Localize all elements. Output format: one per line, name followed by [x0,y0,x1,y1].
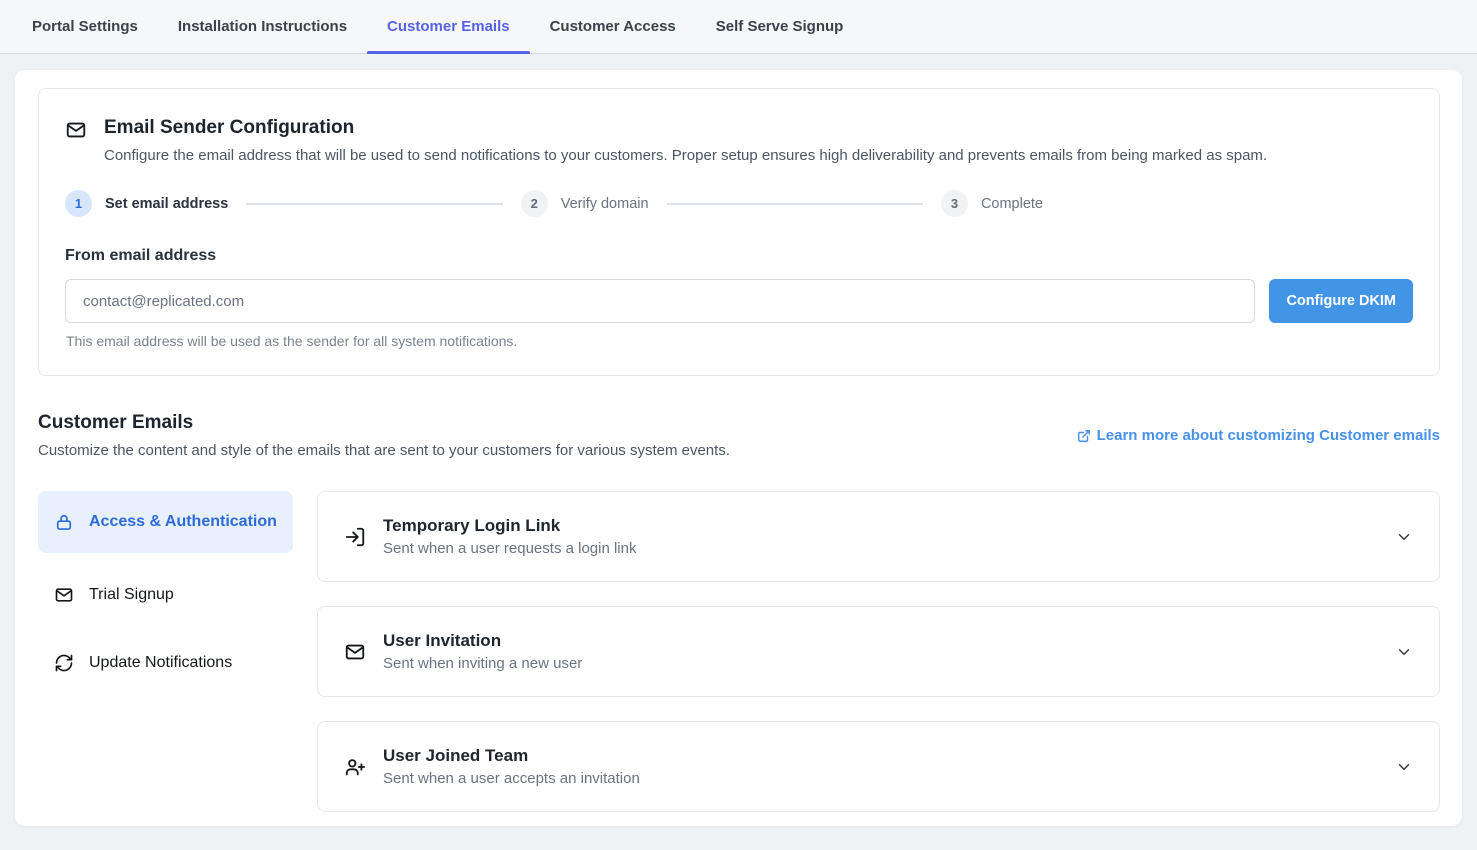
email-sender-title: Email Sender Configuration [104,117,1267,139]
email-sender-configuration-card: Email Sender Configuration Configure the… [38,88,1440,376]
learn-more-label: Learn more about customizing Customer em… [1097,427,1440,444]
step-number-badge: 1 [65,190,92,217]
nav-item-label: Update Notifications [89,651,232,675]
refresh-icon [54,653,74,673]
email-helper-text: This email address will be used as the s… [66,333,1413,349]
chevron-down-icon[interactable] [1395,758,1413,776]
step-label: Complete [981,196,1043,212]
template-card-temporary-login-link[interactable]: Temporary Login Link Sent when a user re… [317,491,1440,582]
step-number-badge: 3 [941,190,968,217]
email-sender-description: Configure the email address that will be… [104,147,1267,164]
nav-item-label: Trial Signup [89,583,174,607]
email-template-list: Temporary Login Link Sent when a user re… [317,491,1440,812]
template-subtitle: Sent when a user accepts an invitation [383,770,640,787]
settings-tabbar: Portal Settings Installation Instruction… [0,0,1477,54]
nav-item-label: Access & Authentication [89,510,277,534]
template-title: User Invitation [383,631,582,651]
step-number-badge: 2 [521,190,548,217]
template-subtitle: Sent when inviting a new user [383,655,582,672]
external-link-icon [1077,429,1091,443]
configure-dkim-button[interactable]: Configure DKIM [1269,279,1413,323]
lock-icon [54,512,74,532]
step-complete: 3 Complete [941,190,1043,217]
login-icon [344,526,366,548]
chevron-down-icon[interactable] [1395,643,1413,661]
nav-item-access-authentication[interactable]: Access & Authentication [38,491,293,553]
step-verify-domain: 2 Verify domain [521,190,649,217]
chevron-down-icon[interactable] [1395,528,1413,546]
stepper-connector [667,203,923,205]
from-email-label: From email address [65,247,1413,265]
learn-more-link[interactable]: Learn more about customizing Customer em… [1077,427,1440,444]
customer-emails-panel: Email Sender Configuration Configure the… [15,70,1462,826]
user-plus-icon [344,756,366,778]
step-label: Set email address [105,196,228,212]
template-title: User Joined Team [383,746,640,766]
tab-self-serve-signup[interactable]: Self Serve Signup [696,0,864,53]
email-setup-stepper: 1 Set email address 2 Verify domain 3 Co… [65,190,1413,217]
mail-icon [344,641,366,663]
template-title: Temporary Login Link [383,516,636,536]
mail-icon [54,585,74,605]
step-set-email-address: 1 Set email address [65,190,228,217]
tab-customer-access[interactable]: Customer Access [530,0,696,53]
tab-portal-settings[interactable]: Portal Settings [12,0,158,53]
nav-item-update-notifications[interactable]: Update Notifications [38,637,293,689]
mail-icon [65,119,87,141]
customer-emails-heading: Customer Emails [38,412,730,434]
step-label: Verify domain [561,196,649,212]
tab-customer-emails[interactable]: Customer Emails [367,0,530,53]
template-card-user-joined-team[interactable]: User Joined Team Sent when a user accept… [317,721,1440,812]
tab-installation-instructions[interactable]: Installation Instructions [158,0,367,53]
template-subtitle: Sent when a user requests a login link [383,540,636,557]
stepper-connector [246,203,502,205]
template-card-user-invitation[interactable]: User Invitation Sent when inviting a new… [317,606,1440,697]
email-category-nav: Access & Authentication Trial Signup Upd… [38,491,293,689]
from-email-input[interactable] [65,279,1255,323]
nav-item-trial-signup[interactable]: Trial Signup [38,569,293,621]
customer-emails-description: Customize the content and style of the e… [38,442,730,459]
